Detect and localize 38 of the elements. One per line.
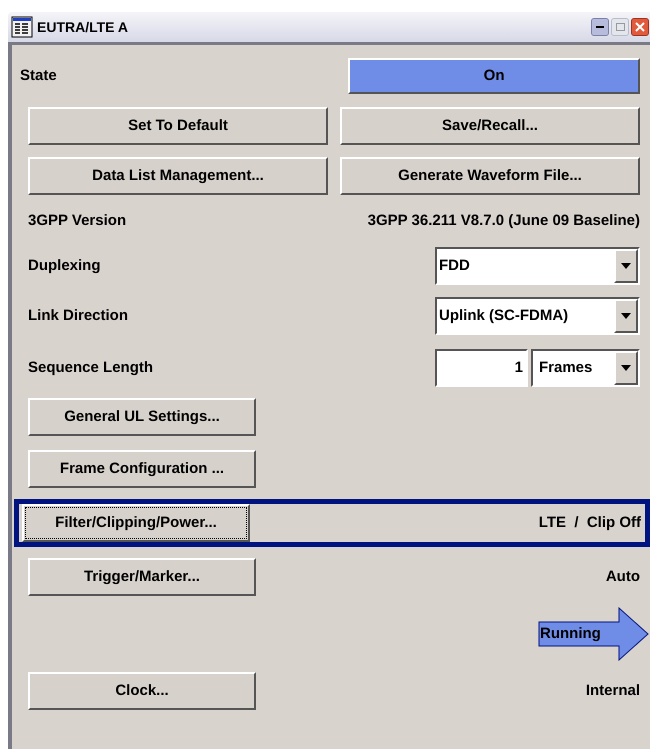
action-button[interactable]: Set To Default (28, 107, 328, 145)
dropdown-button[interactable] (614, 299, 638, 333)
field-label: State (20, 67, 57, 84)
dropdown-value: FDD (438, 256, 471, 276)
dropdown-value: Uplink (SC-FDMA) (438, 306, 570, 326)
settings-button[interactable]: Frame Configuration ... (28, 450, 256, 488)
caret-icon (621, 365, 631, 371)
field-label: Duplexing (28, 256, 101, 276)
window-app-icon (11, 16, 33, 38)
action-button[interactable]: Data List Management... (28, 157, 328, 195)
setting-value: Auto (606, 566, 640, 587)
settings-button[interactable]: Clock... (28, 672, 256, 710)
minimize-button[interactable] (591, 18, 609, 36)
version-value: 3GPP 36.211 V8.7.0 (June 09 Baseline) (368, 210, 640, 231)
dropdown-button[interactable] (614, 249, 638, 283)
dropdown-field[interactable]: Uplink (SC-FDMA) (435, 297, 640, 335)
field-label: Link Direction (28, 306, 128, 326)
field-label: Sequence Length (28, 358, 154, 378)
caret-icon (621, 313, 631, 319)
close-icon (635, 22, 645, 32)
settings-button[interactable]: Trigger/Marker... (28, 558, 256, 596)
settings-button[interactable]: Filter/Clipping/Power... (22, 504, 250, 542)
action-button[interactable]: Generate Waveform File... (340, 157, 640, 195)
window-title: EUTRA/LTE A (37, 18, 129, 36)
settings-button[interactable]: General UL Settings... (28, 398, 256, 436)
unit-dropdown[interactable]: Frames (531, 349, 640, 387)
state-toggle[interactable]: On (348, 58, 640, 94)
dropdown-value: Frames (538, 358, 594, 378)
field-label: 3GPP Version (28, 210, 126, 231)
close-button[interactable] (631, 18, 649, 36)
number-field[interactable]: 1 (435, 349, 528, 387)
running-status: Running (540, 624, 601, 644)
setting-value: LTE / Clip Off (538, 512, 641, 533)
dropdown-field[interactable]: FDD (435, 247, 640, 285)
action-button[interactable]: Save/Recall... (340, 107, 640, 145)
caret-icon (621, 263, 631, 269)
setting-value: Internal (586, 680, 640, 701)
dropdown-button[interactable] (614, 351, 638, 385)
